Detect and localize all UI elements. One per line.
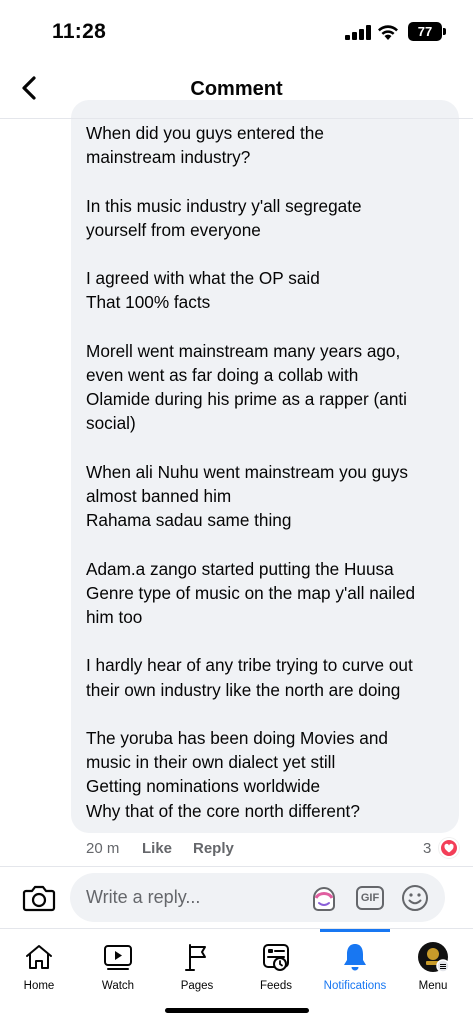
tab-notifications[interactable]: Notifications (320, 937, 390, 997)
tab-pages[interactable]: Pages (162, 937, 232, 997)
reaction-count[interactable]: 3 (423, 840, 431, 857)
comment-line: That 100% facts (86, 292, 211, 313)
comment-paragraph: Morell went mainstream many years ago, ev… (86, 339, 451, 436)
profile-avatar-icon (418, 942, 450, 973)
love-reaction-icon[interactable] (439, 838, 459, 858)
comment-line: In this music industry y'all segregate (86, 195, 362, 216)
comment-paragraph: In this music industry y'all segregate yo… (86, 194, 451, 242)
comment-text: When did you guys entered the mainstream … (86, 121, 451, 847)
status-time: 11:28 (52, 20, 107, 43)
comment-line: Why that of the core north different? (86, 800, 360, 821)
comment-paragraph: Adam.a zango started putting the Huusa Ge… (86, 557, 451, 630)
tab-label-watch: Watch (101, 980, 135, 992)
comment-line: social) (86, 413, 136, 434)
video-icon (104, 945, 132, 970)
emoji-icon[interactable] (400, 883, 430, 913)
comment-paragraph: When did you guys entered the mainstream … (86, 121, 451, 169)
reply-composer: GIF (70, 873, 445, 922)
feeds-icon (263, 944, 289, 971)
comment-line: When ali Nuhu went mainstream you guys (86, 461, 408, 482)
header-divider (0, 118, 473, 119)
camera-icon[interactable] (22, 882, 56, 914)
comment-line: yourself from everyone (86, 219, 261, 240)
comment-meta: 20 m Like Reply 3 (86, 838, 466, 860)
bell-icon (344, 944, 366, 971)
comment-line: almost banned him (86, 485, 232, 506)
comment-line: even went as far doing a collab with (86, 364, 359, 385)
cellular-signal-icon (345, 25, 371, 40)
home-icon (26, 945, 52, 969)
comment-line: Getting nominations worldwide (86, 776, 321, 797)
status-bar: 11:28 77 (0, 0, 473, 62)
reply-button[interactable]: Reply (193, 840, 234, 857)
composer-divider (0, 866, 473, 867)
tab-label-notifications: Notifications (323, 980, 387, 992)
comment-line: Adam.a zango started putting the Huusa (86, 558, 394, 579)
battery-tip (443, 28, 446, 35)
tab-watch[interactable]: Watch (83, 937, 153, 997)
comment-line: Olamide during his prime as a rapper (an… (86, 389, 407, 410)
active-tab-indicator (320, 929, 390, 932)
tab-label-feeds: Feeds (260, 980, 292, 992)
tab-label-home: Home (23, 980, 55, 992)
comment-line: Morell went mainstream many years ago, (86, 340, 401, 361)
comment-line: The yoruba has been doing Movies and (86, 727, 388, 748)
reply-input[interactable] (86, 873, 306, 922)
comment-paragraph: The yoruba has been doing Movies and musi… (86, 726, 451, 823)
tab-home[interactable]: Home (4, 937, 74, 997)
tab-feeds[interactable]: Feeds (241, 937, 311, 997)
avatar-sticker-icon[interactable] (310, 884, 338, 912)
comment-line: I hardly hear of any tribe trying to cur… (86, 655, 413, 676)
comment-line: him too (86, 606, 143, 627)
home-indicator (165, 1008, 309, 1013)
comment-paragraph: I hardly hear of any tribe trying to cur… (86, 653, 451, 701)
tab-label-pages: Pages (180, 980, 214, 992)
comment-line: Genre type of music on the map y'all nai… (86, 582, 416, 603)
flag-icon (185, 944, 206, 971)
tab-label-menu: Menu (418, 980, 448, 992)
comment-line: mainstream industry? (86, 147, 251, 168)
wifi-icon (378, 25, 398, 40)
comment-line: When did you guys entered the (86, 123, 324, 143)
comment-time: 20 m (86, 840, 120, 857)
like-button[interactable]: Like (142, 840, 172, 857)
comment-line: I agreed with what the OP said (86, 268, 320, 289)
comment-line: music in their own dialect yet still (86, 752, 336, 773)
comment-line: their own industry like the north are do… (86, 679, 401, 700)
tab-menu[interactable]: Menu (398, 937, 468, 997)
page-title: Comment (190, 78, 283, 100)
gif-button[interactable]: GIF (356, 886, 384, 910)
comment-line: Rahama sadau same thing (86, 510, 292, 531)
comment-paragraph: I agreed with what the OP said That 100% … (86, 266, 451, 314)
battery-indicator: 77 (408, 22, 442, 41)
comment-paragraph: When ali Nuhu went mainstream you guys al… (86, 460, 451, 533)
